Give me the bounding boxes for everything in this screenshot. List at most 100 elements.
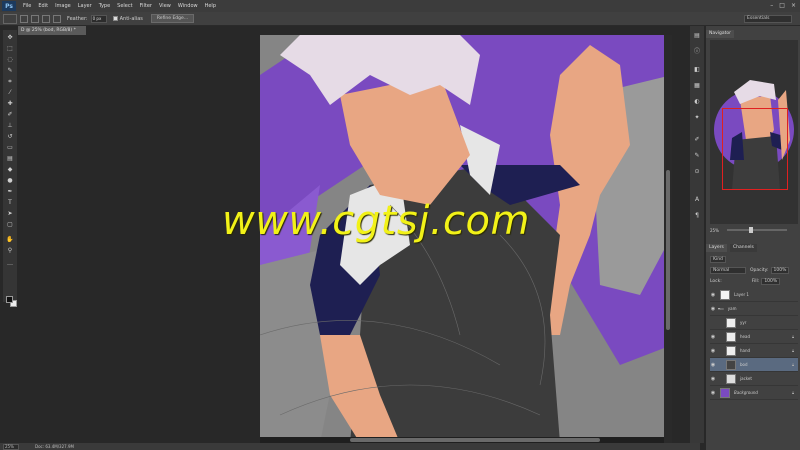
- photoshop-logo: Ps: [2, 1, 16, 11]
- menu-bar: Ps File Edit Image Layer Type Select Fil…: [0, 0, 800, 12]
- opacity-input[interactable]: 100%: [770, 267, 790, 274]
- swatches-panel-icon[interactable]: ▦: [693, 82, 701, 90]
- refine-edge-button[interactable]: Refine Edge...: [150, 14, 195, 23]
- minimize-icon[interactable]: –: [770, 2, 773, 9]
- paragraph-panel-icon[interactable]: ¶: [693, 212, 701, 220]
- lock-row: Lock: Fill: 100%: [710, 277, 798, 286]
- pen-tool-icon[interactable]: ✒: [6, 188, 14, 196]
- menu-select[interactable]: Select: [117, 3, 132, 9]
- vertical-scrollbar[interactable]: [664, 35, 672, 443]
- visibility-eye-icon[interactable]: ◉: [710, 362, 716, 368]
- visibility-eye-icon[interactable]: ◉: [710, 334, 716, 340]
- antialias-checkbox[interactable]: [112, 16, 118, 21]
- close-icon[interactable]: ×: [791, 2, 796, 9]
- lasso-tool-preset-icon[interactable]: [3, 13, 17, 24]
- brush-tool-icon[interactable]: ✐: [6, 111, 14, 119]
- lasso-tool-icon[interactable]: ◌: [6, 56, 14, 64]
- info-panel-icon[interactable]: ⓘ: [693, 48, 701, 56]
- menu-image[interactable]: Image: [55, 3, 71, 9]
- hand-tool-icon[interactable]: ✋: [6, 236, 14, 244]
- zoom-field[interactable]: 25%: [3, 443, 19, 450]
- menu-layer[interactable]: Layer: [78, 3, 92, 9]
- visibility-eye-icon[interactable]: ◉: [710, 292, 716, 298]
- layers-tab[interactable]: Layers: [706, 244, 727, 252]
- menu-filter[interactable]: Filter: [140, 3, 152, 9]
- healing-tool-icon[interactable]: ✚: [6, 100, 14, 108]
- maximize-icon[interactable]: □: [779, 2, 785, 9]
- layer-name: jacket: [740, 376, 752, 381]
- clone-source-icon[interactable]: ⊙: [693, 168, 701, 176]
- layer-row[interactable]: ◉ hand 🔒︎: [710, 344, 798, 358]
- layer-thumbnail: [726, 373, 736, 384]
- more-tools-icon[interactable]: …: [6, 260, 14, 268]
- marquee-tool-icon[interactable]: ⬚: [6, 45, 14, 53]
- document-size-info[interactable]: Doc: 63.4M/327.9M: [35, 444, 74, 449]
- color-panel-icon[interactable]: ◧: [693, 66, 701, 74]
- foreground-color-swatch[interactable]: [6, 296, 13, 303]
- workspace-select[interactable]: Essentials: [744, 15, 792, 23]
- eraser-tool-icon[interactable]: ▭: [6, 144, 14, 152]
- brush-panel-icon[interactable]: ✐: [693, 136, 701, 144]
- menu-help[interactable]: Help: [205, 3, 216, 9]
- blur-tool-icon[interactable]: ◆: [6, 166, 14, 174]
- type-tool-icon[interactable]: T: [6, 199, 14, 207]
- adjustments-panel-icon[interactable]: ◐: [693, 98, 701, 106]
- layer-row[interactable]: yyr: [710, 316, 798, 330]
- navigator-zoom-value[interactable]: 25%: [710, 228, 719, 233]
- menu-file[interactable]: File: [23, 3, 31, 9]
- blend-mode-select[interactable]: Normal: [710, 267, 746, 274]
- layer-name: head: [740, 334, 750, 339]
- stamp-tool-icon[interactable]: ⊥: [6, 122, 14, 130]
- path-select-tool-icon[interactable]: ➤: [6, 210, 14, 218]
- styles-panel-icon[interactable]: ✦: [693, 114, 701, 122]
- history-panel-icon[interactable]: ▤: [693, 32, 701, 40]
- new-selection-icon[interactable]: [20, 14, 28, 23]
- menu-window[interactable]: Window: [178, 3, 198, 9]
- layer-group-row[interactable]: ◉ ▾▭ yam: [710, 302, 798, 316]
- group-folder-icon: ▾▭: [718, 306, 724, 311]
- add-selection-icon[interactable]: [31, 14, 39, 23]
- visibility-eye-icon[interactable]: ◉: [710, 306, 716, 312]
- move-tool-icon[interactable]: ✥: [6, 34, 14, 42]
- status-bar: 25% Doc: 63.4M/327.9M: [0, 443, 700, 450]
- navigator-zoom-knob[interactable]: [748, 227, 753, 233]
- menu-edit[interactable]: Edit: [38, 3, 48, 9]
- navigator-zoom-slider[interactable]: [726, 227, 787, 233]
- layer-row[interactable]: ◉ jacket: [710, 372, 798, 386]
- visibility-eye-icon[interactable]: ◉: [710, 348, 716, 354]
- feather-label: Feather:: [67, 15, 88, 22]
- fill-label: Fill:: [751, 279, 760, 284]
- vertical-scroll-thumb[interactable]: [666, 170, 670, 330]
- dodge-tool-icon[interactable]: ●: [6, 177, 14, 185]
- brush-presets-icon[interactable]: ✎: [693, 152, 701, 160]
- menu-view[interactable]: View: [159, 3, 171, 9]
- fill-input[interactable]: 100%: [761, 278, 781, 285]
- intersect-selection-icon[interactable]: [53, 14, 61, 23]
- navigator-thumbnail[interactable]: [710, 40, 798, 224]
- character-panel-icon[interactable]: A: [693, 196, 701, 204]
- layer-row[interactable]: ◉ head 🔒︎: [710, 330, 798, 344]
- layer-row[interactable]: ◉ Background 🔒︎: [710, 386, 798, 400]
- layer-row-selected[interactable]: ◉ bod 🔒︎: [710, 358, 798, 372]
- document-tab[interactable]: D @ 25% (bod, RGB/8) *: [18, 26, 86, 35]
- layer-row[interactable]: ◉ Layer 1: [710, 288, 798, 302]
- history-brush-icon[interactable]: ↺: [6, 133, 14, 141]
- navigator-tab[interactable]: Navigator: [706, 30, 735, 38]
- lock-label: Lock:: [710, 279, 722, 284]
- crop-tool-icon[interactable]: ⌗: [6, 78, 14, 86]
- horizontal-scroll-thumb[interactable]: [350, 438, 600, 442]
- subtract-selection-icon[interactable]: [42, 14, 50, 23]
- quick-select-tool-icon[interactable]: ✎: [6, 67, 14, 75]
- visibility-eye-icon[interactable]: ◉: [710, 390, 716, 396]
- visibility-eye-icon[interactable]: ◉: [710, 376, 716, 382]
- layer-name: Layer 1: [734, 292, 749, 297]
- navigator-view-box[interactable]: [722, 108, 788, 190]
- layer-filter-kind[interactable]: Kind: [710, 256, 726, 263]
- gradient-tool-icon[interactable]: ▤: [6, 155, 14, 163]
- eyedropper-tool-icon[interactable]: ⁄: [6, 89, 14, 97]
- channels-tab[interactable]: Channels: [730, 244, 757, 252]
- feather-input[interactable]: 0 px: [90, 14, 107, 23]
- zoom-tool-icon[interactable]: ⚲: [6, 247, 14, 255]
- menu-type[interactable]: Type: [99, 3, 110, 9]
- shape-tool-icon[interactable]: ▢: [6, 221, 14, 229]
